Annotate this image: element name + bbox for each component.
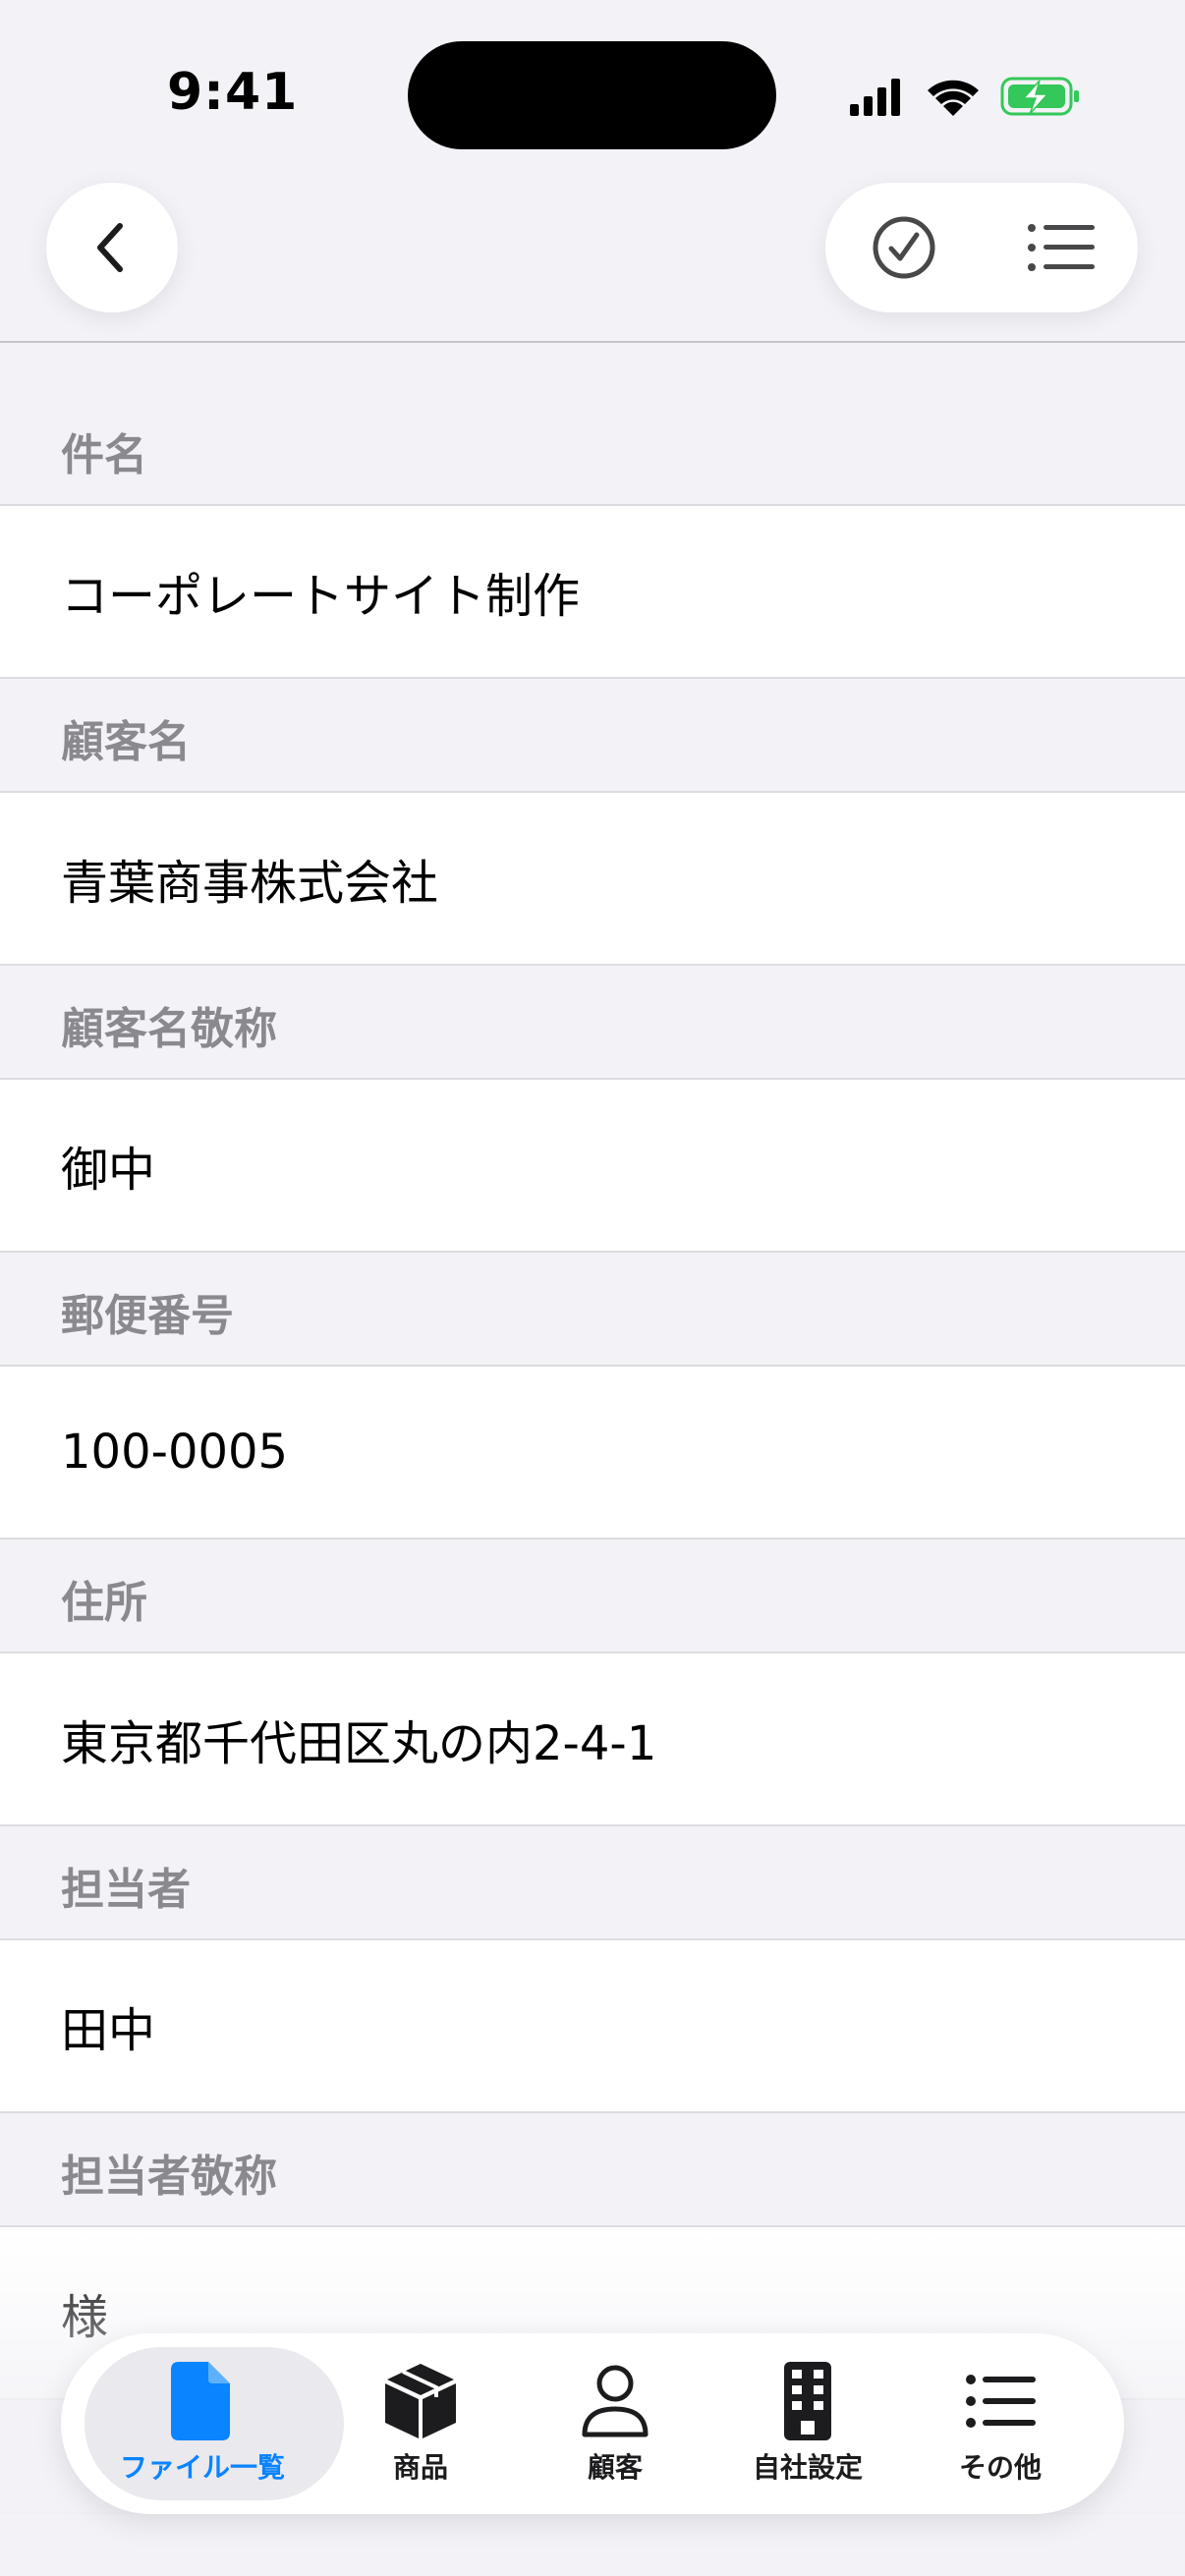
tab-products[interactable]: 商品	[322, 2333, 519, 2514]
field-label: 件名	[61, 430, 147, 480]
field-value: 御中	[61, 1143, 156, 1198]
field-label: 住所	[61, 1578, 147, 1628]
document-form: 件名 コーポレートサイト制作 顧客名 青葉商事株式会社 顧客名敬称 御中 郵便番…	[0, 343, 1185, 2514]
tab-company[interactable]: 自社設定	[709, 2333, 906, 2514]
field-header-postal-code: 郵便番号	[0, 1253, 1185, 1367]
field-header-contact-honorific: 担当者敬称	[0, 2113, 1185, 2227]
tab-label: 商品	[392, 2451, 448, 2484]
tab-label: ファイル一覧	[119, 2451, 285, 2484]
cellular-signal-icon	[850, 79, 900, 116]
list-icon	[961, 2362, 1040, 2440]
tab-label: 顧客	[587, 2451, 643, 2484]
field-value: 青葉商事株式会社	[61, 856, 439, 911]
field-header-address: 住所	[0, 1540, 1185, 1653]
field-header-customer-honorific: 顧客名敬称	[0, 966, 1185, 1080]
status-bar: 9:41	[0, 0, 1185, 187]
field-label: 担当者	[61, 1865, 191, 1915]
box-icon	[381, 2362, 460, 2440]
done-button[interactable]	[835, 183, 973, 312]
tab-bar: ファイル一覧 商品 顧客 自社設定 その他	[61, 2333, 1124, 2514]
checkmark-circle-icon	[873, 216, 935, 279]
chevron-left-icon	[97, 223, 123, 272]
field-row-contact-person[interactable]: 田中	[0, 1940, 1185, 2113]
person-icon	[576, 2362, 654, 2440]
building-icon	[768, 2362, 847, 2440]
field-value: 東京都千代田区丸の内2-4-1	[61, 1716, 657, 1771]
field-value: コーポレートサイト制作	[61, 569, 581, 624]
tab-label: その他	[958, 2451, 1042, 2484]
field-row-postal-code[interactable]: 100-0005	[0, 1367, 1185, 1540]
wifi-icon	[928, 80, 979, 116]
document-icon	[163, 2362, 242, 2440]
menu-button[interactable]	[992, 183, 1130, 312]
field-row-customer-name[interactable]: 青葉商事株式会社	[0, 793, 1185, 966]
tab-label: 自社設定	[752, 2451, 863, 2484]
field-row-customer-honorific[interactable]: 御中	[0, 1080, 1185, 1253]
field-row-subject[interactable]: コーポレートサイト制作	[0, 506, 1185, 679]
tab-customers[interactable]: 顧客	[517, 2333, 713, 2514]
nav-actions	[825, 183, 1138, 312]
status-icons	[845, 71, 1081, 124]
field-label: 顧客名敬称	[61, 1004, 277, 1054]
field-label: 郵便番号	[61, 1291, 234, 1341]
field-header-contact-person: 担当者	[0, 1826, 1185, 1940]
field-value: 田中	[61, 2003, 156, 2058]
field-header-customer-name: 顧客名	[0, 679, 1185, 793]
field-row-address[interactable]: 東京都千代田区丸の内2-4-1	[0, 1653, 1185, 1826]
status-time: 9:41	[167, 63, 299, 122]
tab-other[interactable]: その他	[902, 2333, 1099, 2514]
field-label: 顧客名	[61, 717, 191, 767]
list-icon	[1028, 224, 1095, 271]
back-button[interactable]	[46, 183, 178, 312]
battery-charging-icon	[1000, 77, 1079, 116]
dynamic-island	[408, 41, 776, 149]
field-value: 100-0005	[61, 1425, 289, 1480]
tab-files[interactable]: ファイル一覧	[73, 2333, 344, 2514]
field-header-subject: 件名	[0, 343, 1185, 506]
field-label: 担当者敬称	[61, 2152, 277, 2202]
